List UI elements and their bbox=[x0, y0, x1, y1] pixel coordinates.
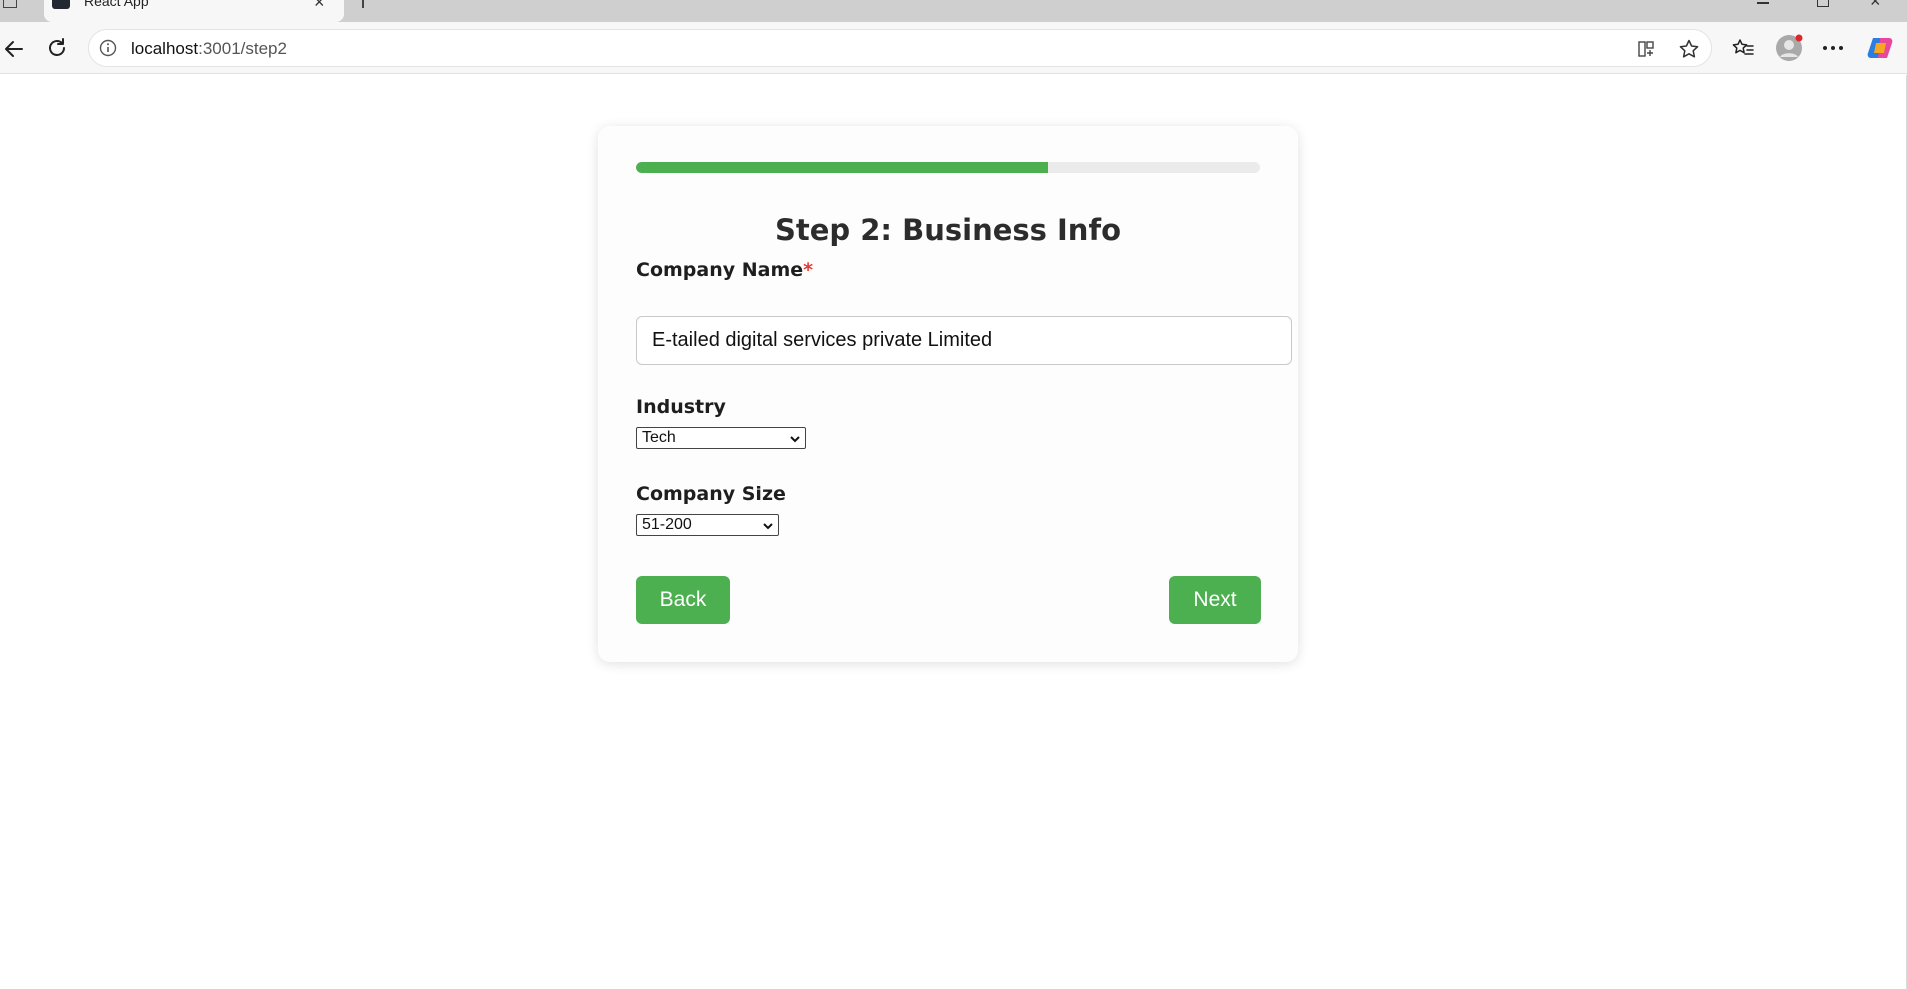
chevron-down-icon bbox=[789, 431, 801, 451]
tab-strip: React App × × bbox=[0, 0, 1907, 22]
company-size-select[interactable]: 51-200 bbox=[636, 514, 779, 536]
form-card: Step 2: Business Info Company Name* Indu… bbox=[598, 126, 1298, 662]
sidebar-toggle-icon[interactable] bbox=[3, 0, 17, 8]
industry-selected-value: Tech bbox=[642, 429, 676, 446]
url-path: :3001/step2 bbox=[198, 39, 287, 58]
site-info-icon[interactable] bbox=[99, 39, 117, 62]
required-asterisk: * bbox=[803, 259, 814, 281]
company-size-selected-value: 51-200 bbox=[642, 516, 692, 533]
page-body: Step 2: Business Info Company Name* Indu… bbox=[0, 75, 1907, 989]
company-name-label: Company Name* bbox=[636, 259, 813, 281]
url-host: localhost bbox=[131, 39, 199, 58]
restore-icon[interactable] bbox=[1817, 0, 1829, 7]
browser-toolbar: localhost:3001/step2 bbox=[0, 22, 1907, 74]
industry-select[interactable]: Tech bbox=[636, 427, 806, 449]
back-arrow-icon[interactable] bbox=[2, 37, 26, 61]
app-available-icon[interactable] bbox=[1635, 38, 1657, 60]
url-text: localhost:3001/step2 bbox=[131, 39, 287, 59]
window-close-icon[interactable]: × bbox=[1870, 0, 1881, 10]
copilot-icon[interactable] bbox=[1866, 34, 1896, 62]
minimize-icon[interactable] bbox=[1757, 2, 1769, 4]
chevron-down-icon bbox=[762, 518, 774, 538]
favorites-icon[interactable] bbox=[1730, 36, 1756, 60]
progress-bar bbox=[636, 162, 1260, 173]
page-title: Step 2: Business Info bbox=[774, 213, 1121, 247]
new-tab-icon[interactable] bbox=[362, 0, 364, 8]
company-name-input[interactable] bbox=[636, 316, 1292, 365]
more-options-icon[interactable] bbox=[1820, 36, 1846, 60]
company-size-label: Company Size bbox=[636, 483, 786, 505]
profile-avatar-icon[interactable] bbox=[1774, 33, 1804, 63]
reload-icon[interactable] bbox=[45, 36, 69, 60]
react-favicon-icon bbox=[52, 0, 70, 9]
tab-close-icon[interactable]: × bbox=[314, 0, 325, 11]
progress-bar-fill bbox=[636, 162, 1048, 173]
company-name-label-text: Company Name bbox=[636, 259, 804, 281]
back-button[interactable]: Back bbox=[636, 576, 730, 624]
next-button[interactable]: Next bbox=[1169, 576, 1261, 624]
tab-title: React App bbox=[84, 0, 149, 9]
address-bar[interactable]: localhost:3001/step2 bbox=[88, 29, 1712, 67]
industry-label: Industry bbox=[636, 396, 726, 418]
favorite-star-icon[interactable] bbox=[1677, 37, 1701, 61]
